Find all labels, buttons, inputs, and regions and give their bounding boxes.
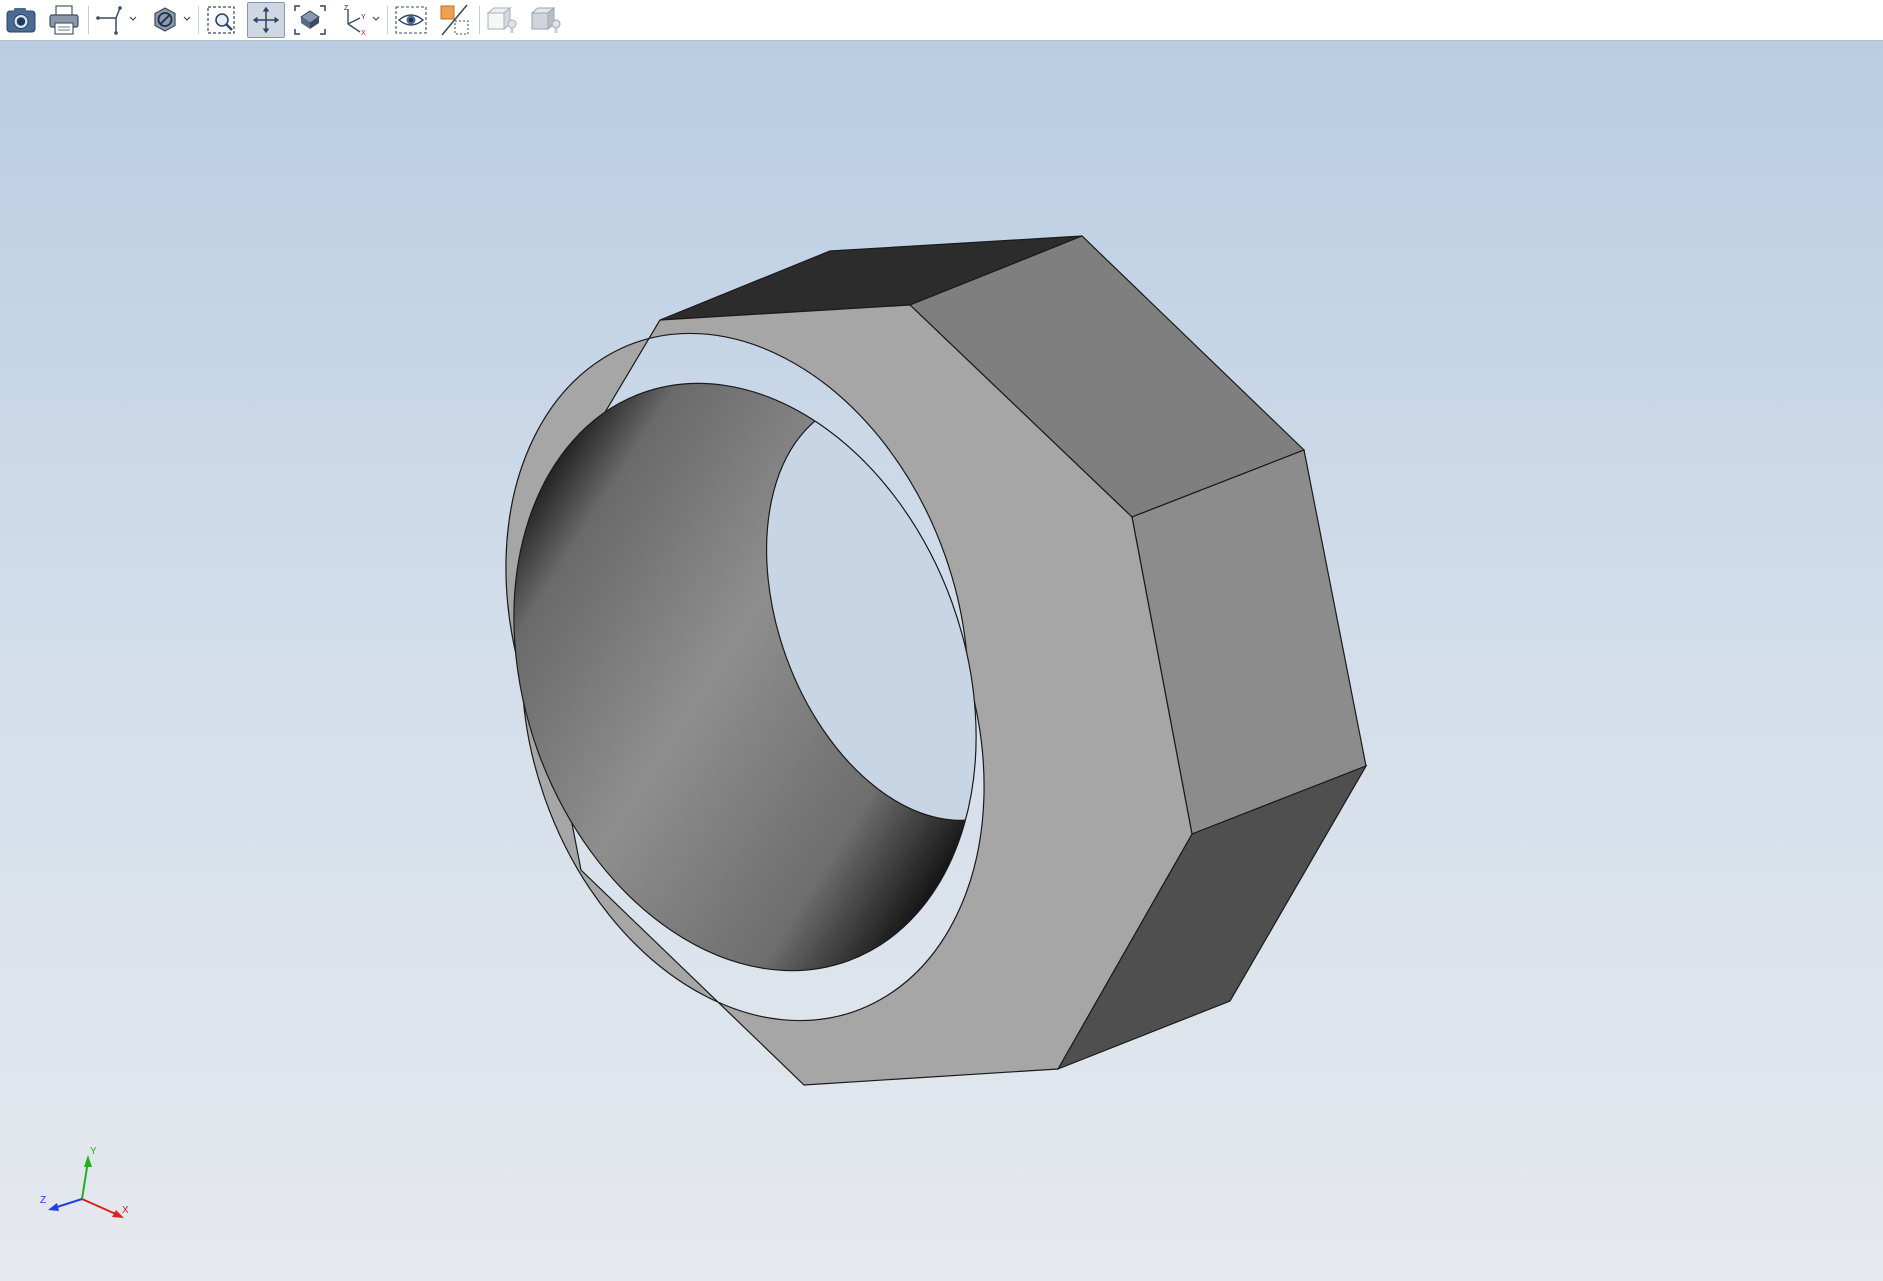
chevron-down-icon[interactable]	[371, 12, 381, 26]
display-mode-dropdown-button[interactable]	[146, 2, 184, 38]
prohibited-circle-icon	[154, 7, 176, 32]
section-view-button[interactable]	[436, 2, 474, 38]
z-axis-line	[53, 1198, 83, 1209]
svg-text:Y: Y	[361, 14, 366, 21]
x-axis-label: X	[122, 1205, 129, 1216]
zoom-window-button[interactable]	[203, 2, 241, 38]
axis-triad: Y X Z	[40, 1146, 129, 1218]
xyz-axes-icon: Z Y X	[344, 5, 366, 37]
x-axis-line	[81, 1198, 119, 1216]
3d-viewport[interactable]: Y X Z	[0, 41, 1883, 1281]
view-orientation-dropdown-button[interactable]: Z Y X	[335, 2, 373, 38]
light-1-button[interactable]	[483, 2, 521, 38]
projection-axes-icon	[96, 6, 122, 35]
camera-icon	[6, 8, 36, 33]
z-axis-arrow-icon	[48, 1203, 59, 1211]
svg-text:Z: Z	[344, 5, 349, 12]
pan-arrows-icon	[252, 6, 280, 34]
y-axis-label: Y	[90, 1146, 97, 1157]
zoom-window-icon	[207, 6, 235, 34]
toolbar-separator	[198, 6, 199, 34]
printer-icon	[49, 5, 79, 35]
light-2-button[interactable]	[527, 2, 565, 38]
toolbar-separator	[479, 6, 480, 34]
box-light-icon	[530, 6, 561, 33]
cad-viewer-window: Z Y X Y X Z	[0, 0, 1883, 1281]
svg-text:X: X	[361, 30, 366, 37]
zoom-fit-button[interactable]	[291, 2, 329, 38]
zoom-fit-icon	[294, 5, 326, 35]
toolbar-separator	[387, 6, 388, 34]
nut-model[interactable]	[0, 41, 1883, 1281]
projection-dropdown-button[interactable]	[92, 2, 130, 38]
camera-snapshot-button[interactable]	[2, 2, 40, 38]
view-toolbar: Z Y X	[0, 0, 1883, 41]
box-light-icon	[486, 6, 517, 33]
pan-button[interactable]	[247, 2, 285, 38]
z-axis-label: Z	[40, 1195, 46, 1206]
visibility-button[interactable]	[392, 2, 430, 38]
chevron-down-icon[interactable]	[128, 12, 138, 26]
chevron-down-icon[interactable]	[182, 12, 192, 26]
eye-icon	[395, 6, 427, 34]
toolbar-separator	[88, 6, 89, 34]
section-plane-icon	[440, 4, 469, 36]
print-button[interactable]	[45, 2, 83, 38]
